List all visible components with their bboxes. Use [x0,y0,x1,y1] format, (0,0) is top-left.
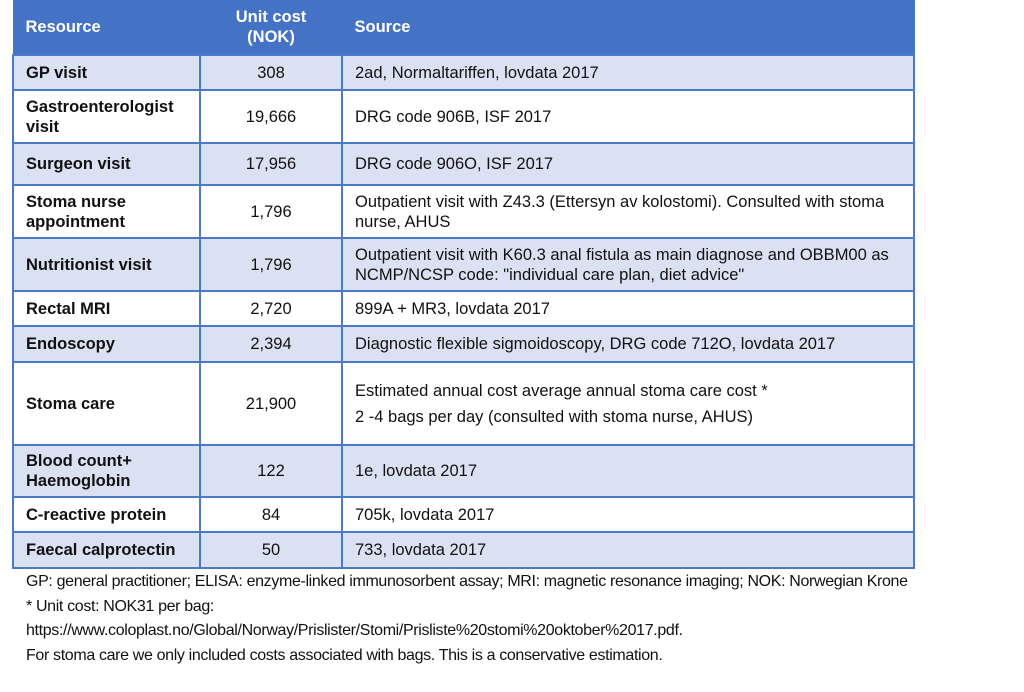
source-text: Diagnostic flexible sigmoidoscopy, DRG c… [355,335,836,353]
resource-cell: Nutritionist visit [12,237,201,292]
source-cell: 733, lovdata 2017 [341,531,915,569]
resource-cell: Faecal calprotectin [12,531,201,569]
table-footnotes: GP: general practitioner; ELISA: enzyme-… [26,570,1024,668]
unit-cost-cell: 1,796 [199,184,343,239]
source-text: Outpatient visit with Z43.3 (Ettersyn av… [355,192,885,231]
resource-cell: Blood count+ Haemoglobin [12,444,201,498]
stoma-care-note: For stoma care we only included costs as… [26,646,663,664]
source-cell: 899A + MR3, lovdata 2017 [341,290,915,327]
header-source: Source [341,0,915,55]
source-cell: Estimated annual cost average annual sto… [341,361,915,446]
table-row: Surgeon visit 17,956 DRG code 906O, ISF 20… [12,142,915,186]
table-row: Rectal MRI 2,720 899A + MR3, lovdata 2017 [12,290,915,327]
unit-cost-cell: 21,900 [199,361,343,446]
unit-cost-cell: 1,796 [199,237,343,292]
table-row: Gastroenterologist visit 19,666 DRG code 9… [12,89,915,144]
resource-cell: Endoscopy [12,325,201,363]
source-cell: DRG code 906O, ISF 2017 [341,142,915,186]
source-cell: 705k, lovdata 2017 [341,496,915,533]
source-text: Outpatient visit with K60.3 anal fistula… [355,245,889,284]
source-text: 1e, lovdata 2017 [355,462,478,480]
header-unit-cost-line1: Unit cost [235,8,307,26]
unit-cost-cell: 122 [199,444,343,498]
unit-cost-cell: 84 [199,496,343,533]
source-text: Estimated annual cost average annual sto… [355,381,768,400]
source-cell: 2ad, Normaltariffen, lovdata 2017 [341,54,915,91]
source-text: 2 -4 bags per day (consulted with stoma … [355,407,754,426]
table-row: Blood count+ Haemoglobin 122 1e, lovdata 2… [12,444,915,498]
table-body: GP visit 308 2ad, Normaltariffen, lovdata … [12,54,915,569]
source-cell: Outpatient visit with Z43.3 (Ettersyn av… [341,184,915,239]
table-row: Nutritionist visit 1,796 Outpatient visit … [12,237,915,292]
unit-cost-cell: 2,394 [199,325,343,363]
abbreviations-note: GP: general practitioner; ELISA: enzyme-… [26,573,908,590]
source-text: 2ad, Normaltariffen, lovdata 2017 [355,63,599,82]
header-unit-cost-line2: (NOK) [247,28,295,46]
table-row: Faecal calprotectin 50 733, lovdata 2017 [12,531,915,569]
table-row: Stoma nurse appointment 1,796 Outpatient v… [12,184,915,239]
source-text: DRG code 906O, ISF 2017 [355,155,554,173]
unit-cost-note: * Unit cost: NOK31 per bag: [26,597,214,615]
header-resource: Resource [12,0,201,55]
unit-cost-cell: 17,956 [199,142,343,186]
resource-cell: Rectal MRI [12,290,201,327]
resource-cell: Stoma nurse appointment [12,184,201,239]
source-text: 899A + MR3, lovdata 2017 [355,299,550,318]
unit-cost-cell: 2,720 [199,290,343,327]
source-text: 705k, lovdata 2017 [355,505,495,524]
source-text: 733, lovdata 2017 [355,541,487,559]
source-cell: DRG code 906B, ISF 2017 [341,89,915,144]
table-row: GP visit 308 2ad, Normaltariffen, lovdata … [12,54,915,91]
unit-cost-cell: 308 [199,54,343,91]
source-cell: 1e, lovdata 2017 [341,444,915,498]
unit-cost-cell: 50 [199,531,343,569]
table-row: Stoma care 21,900 Estimated annual cost av… [12,361,915,446]
resource-cell: Stoma care [12,361,201,446]
resource-cell: C-reactive protein [12,496,201,533]
resource-cell: Surgeon visit [12,142,201,186]
resource-cell: Gastroenterologist visit [12,89,201,144]
table-row: Endoscopy 2,394 Diagnostic flexible sigmoi… [12,325,915,363]
header-unit-cost: Unit cost (NOK) [199,0,343,55]
table-row: C-reactive protein 84 705k, lovdata 2017 [12,496,915,533]
unit-cost-table: Resource Unit cost (NOK) Source GP visit… [12,0,915,569]
source-cell: Outpatient visit with K60.3 anal fistula… [341,237,915,292]
source-url: https://www.coloplast.no/Global/Norway/P… [26,622,683,639]
resource-cell: GP visit [12,54,201,91]
unit-cost-cell: 19,666 [199,89,343,144]
source-cell: Diagnostic flexible sigmoidoscopy, DRG c… [341,325,915,363]
table-header-row: Resource Unit cost (NOK) Source [12,0,915,55]
source-text: DRG code 906B, ISF 2017 [355,107,552,126]
